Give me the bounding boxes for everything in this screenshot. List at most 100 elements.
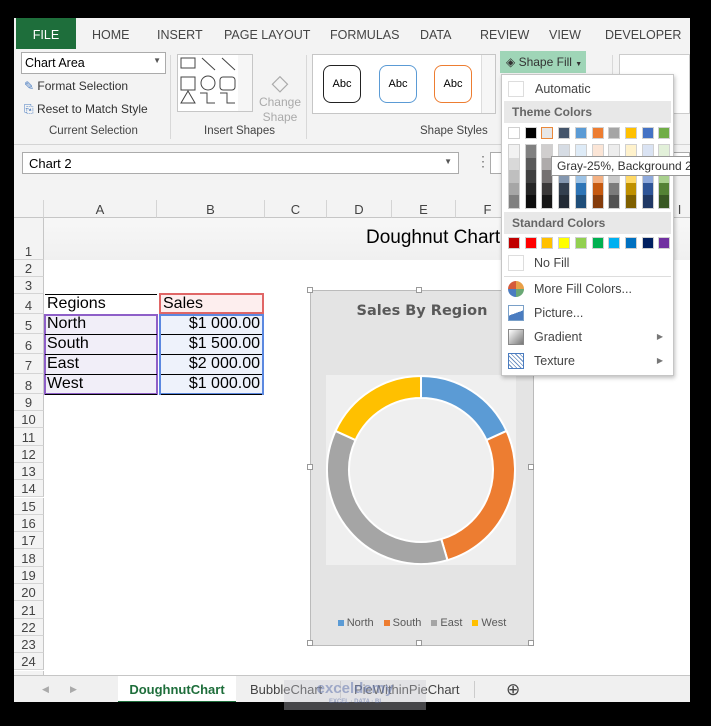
scroll-right-icon[interactable]: ▶ bbox=[70, 676, 77, 702]
shade-swatch[interactable] bbox=[509, 195, 519, 208]
shape-styles-gallery[interactable]: Abc Abc Abc bbox=[312, 54, 496, 114]
doughnut-slice-north[interactable] bbox=[420, 374, 508, 442]
theme-color-swatch[interactable] bbox=[591, 127, 604, 139]
chart-legend[interactable]: North South East West bbox=[311, 617, 533, 629]
shade-swatch[interactable] bbox=[525, 195, 536, 208]
theme-color-swatch[interactable] bbox=[508, 127, 520, 139]
shade-swatch[interactable] bbox=[525, 182, 536, 196]
resize-handle[interactable] bbox=[307, 287, 313, 293]
sales-cell[interactable]: $1 000.00 bbox=[161, 374, 262, 395]
doughnut-slice-west[interactable] bbox=[334, 374, 422, 442]
row-header[interactable]: 14 bbox=[14, 480, 44, 498]
tab-page-layout[interactable]: PAGE LAYOUT bbox=[224, 18, 310, 49]
style-option-black[interactable]: Abc bbox=[323, 65, 361, 103]
shade-swatch[interactable] bbox=[659, 195, 670, 208]
menu-item-no-fill[interactable]: No Fill bbox=[502, 251, 673, 275]
legend-item[interactable]: North bbox=[337, 617, 374, 629]
resize-handle[interactable] bbox=[307, 464, 313, 470]
shade-swatch[interactable] bbox=[592, 182, 603, 196]
shade-swatch[interactable] bbox=[525, 145, 536, 158]
resize-handle[interactable] bbox=[528, 640, 534, 646]
menu-item-automatic[interactable]: Automatic bbox=[502, 77, 673, 101]
row-header[interactable]: 22 bbox=[14, 618, 44, 636]
standard-color-swatch[interactable] bbox=[658, 237, 671, 249]
shade-swatch[interactable] bbox=[525, 170, 536, 183]
menu-item-texture[interactable]: Texture ▶ bbox=[502, 349, 673, 373]
shade-swatch[interactable] bbox=[592, 195, 603, 208]
shapes-gallery[interactable] bbox=[177, 54, 253, 112]
doughnut-slice-south[interactable] bbox=[440, 429, 516, 562]
standard-color-swatch[interactable] bbox=[608, 237, 621, 249]
shade-swatch[interactable] bbox=[575, 182, 586, 196]
style-option-orange[interactable]: Abc bbox=[434, 65, 472, 103]
shade-swatch[interactable] bbox=[559, 182, 570, 196]
row-header[interactable]: 17 bbox=[14, 532, 44, 550]
shade-swatch[interactable] bbox=[625, 182, 636, 196]
sales-cell[interactable]: $2 000.00 bbox=[161, 354, 262, 375]
column-header[interactable]: B bbox=[157, 200, 265, 218]
row-header[interactable]: 8 bbox=[14, 374, 44, 394]
row-header[interactable]: 18 bbox=[14, 549, 44, 567]
row-header[interactable]: 19 bbox=[14, 566, 44, 584]
shade-swatch[interactable] bbox=[542, 195, 553, 208]
style-option-blue[interactable]: Abc bbox=[379, 65, 417, 103]
standard-color-swatch[interactable] bbox=[574, 237, 587, 249]
gallery-scrollbar[interactable] bbox=[481, 55, 495, 113]
doughnut-slice-east[interactable] bbox=[326, 429, 449, 565]
menu-item-picture[interactable]: Picture... bbox=[502, 301, 673, 325]
row-header[interactable]: 12 bbox=[14, 445, 44, 463]
shade-swatch[interactable] bbox=[625, 195, 636, 208]
tab-data[interactable]: DATA bbox=[420, 18, 451, 49]
row-header[interactable]: 5 bbox=[14, 314, 44, 334]
shade-swatch[interactable] bbox=[559, 195, 570, 208]
theme-color-swatch[interactable] bbox=[641, 127, 654, 139]
menu-item-gradient[interactable]: Gradient ▶ bbox=[502, 325, 673, 349]
shade-swatch[interactable] bbox=[542, 182, 553, 196]
region-cell[interactable]: South bbox=[45, 334, 157, 355]
resize-handle[interactable] bbox=[416, 287, 422, 293]
column-header[interactable]: D bbox=[327, 200, 392, 218]
row-header[interactable]: 15 bbox=[14, 497, 44, 515]
standard-color-swatch[interactable] bbox=[541, 237, 554, 249]
resize-handle[interactable] bbox=[307, 640, 313, 646]
sheet-tab-doughnutchart[interactable]: DoughnutChart bbox=[118, 676, 236, 702]
region-cell[interactable]: North bbox=[45, 314, 157, 335]
shade-swatch[interactable] bbox=[609, 182, 620, 196]
shade-swatch[interactable] bbox=[509, 157, 519, 171]
tab-formulas[interactable]: FORMULAS bbox=[330, 18, 399, 49]
shape-fill-button[interactable]: ◈ Shape Fill ▼ bbox=[500, 51, 586, 73]
select-all[interactable] bbox=[14, 200, 44, 218]
region-cell[interactable]: East bbox=[45, 354, 157, 375]
theme-color-swatch[interactable] bbox=[624, 127, 637, 139]
chart-element-dropdown[interactable]: Chart Area ▼ bbox=[21, 52, 166, 74]
theme-color-swatch[interactable] bbox=[524, 127, 537, 139]
tab-insert[interactable]: INSERT bbox=[157, 18, 203, 49]
row-header[interactable]: 1 bbox=[14, 218, 44, 260]
theme-color-swatch[interactable] bbox=[608, 127, 621, 139]
standard-color-swatch[interactable] bbox=[624, 237, 637, 249]
row-header[interactable]: 16 bbox=[14, 514, 44, 533]
standard-color-swatch[interactable] bbox=[641, 237, 654, 249]
column-header[interactable]: C bbox=[265, 200, 327, 218]
change-shape-button[interactable]: ◇ Change Shape bbox=[258, 71, 302, 125]
chart-title[interactable]: Sales By Region bbox=[311, 303, 533, 319]
row-header[interactable]: 10 bbox=[14, 411, 44, 429]
shade-swatch[interactable] bbox=[509, 170, 519, 183]
shade-swatch[interactable] bbox=[642, 182, 653, 196]
sales-cell[interactable]: $1 500.00 bbox=[161, 334, 262, 355]
tab-view[interactable]: VIEW bbox=[549, 18, 581, 49]
shade-swatch[interactable] bbox=[509, 182, 519, 196]
row-header[interactable]: 6 bbox=[14, 334, 44, 354]
standard-color-swatch[interactable] bbox=[558, 237, 571, 249]
sales-cell[interactable]: $1 000.00 bbox=[161, 314, 262, 335]
theme-color-swatch[interactable] bbox=[574, 127, 587, 139]
row-header[interactable]: 7 bbox=[14, 354, 44, 374]
standard-color-swatch[interactable] bbox=[591, 237, 604, 249]
menu-item-more-fill-colors[interactable]: More Fill Colors... bbox=[502, 277, 673, 301]
row-header[interactable]: 9 bbox=[14, 394, 44, 411]
shade-swatch[interactable] bbox=[659, 182, 670, 196]
row-header[interactable]: 20 bbox=[14, 584, 44, 602]
resize-handle[interactable] bbox=[416, 640, 422, 646]
shade-swatch[interactable] bbox=[509, 145, 519, 158]
region-cell[interactable]: West bbox=[45, 374, 157, 395]
